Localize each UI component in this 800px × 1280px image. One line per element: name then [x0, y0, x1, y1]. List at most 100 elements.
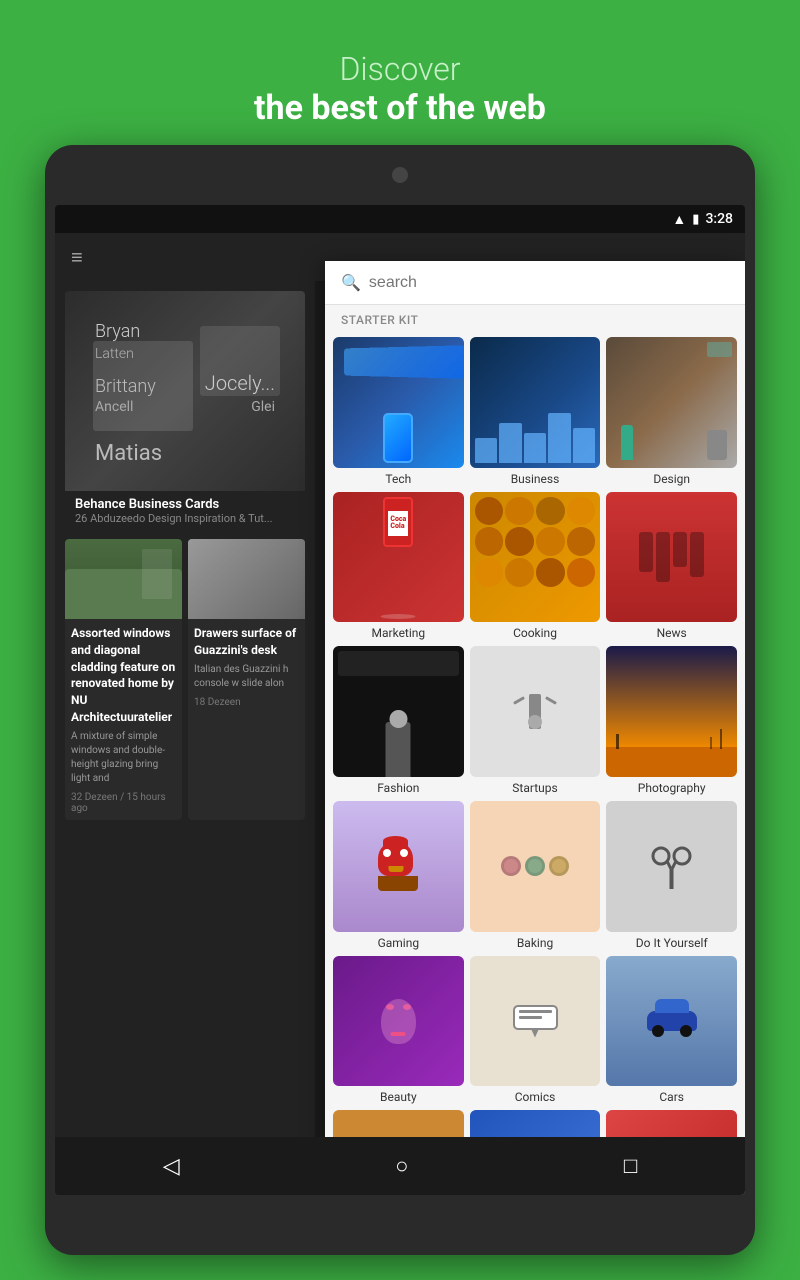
article-cards: Assorted windows and diagonal cladding f…: [65, 539, 305, 820]
diy-label: Do It Yourself: [636, 936, 708, 950]
behance-card[interactable]: Bryan Latten Brittany Ancell Jocely... G…: [65, 291, 305, 531]
car-shape: [647, 1011, 697, 1031]
marketing-image: CocaCola: [333, 492, 464, 623]
category-beauty[interactable]: Beauty: [333, 956, 464, 1105]
article-title-1: Assorted windows and diagonal cladding f…: [71, 625, 176, 726]
cola-can: CocaCola: [383, 497, 413, 547]
article-desc-1: A mixture of simple windows and double-h…: [71, 730, 176, 786]
photo-sky: [606, 646, 737, 747]
business-label: Business: [511, 472, 560, 486]
comics-bg: [470, 956, 601, 1087]
startups-image: [470, 646, 601, 777]
search-icon: 🔍: [341, 281, 361, 292]
baking-bg: [470, 801, 601, 932]
gaming-image: [333, 801, 464, 932]
back-button[interactable]: ◁: [163, 1154, 180, 1179]
business-bars: [475, 413, 596, 463]
app-left-panel: Bryan Latten Brittany Ancell Jocely... G…: [55, 281, 315, 1195]
categories-grid: Tech: [325, 333, 745, 1195]
header-line2: the best of the web: [0, 88, 800, 128]
category-row-3: Fashion: [333, 646, 737, 795]
comics-label: Comics: [515, 1090, 556, 1104]
diy-bg: [606, 801, 737, 932]
category-startups[interactable]: Startups: [470, 646, 601, 795]
category-news[interactable]: News: [606, 492, 737, 641]
category-diy[interactable]: Do It Yourself: [606, 801, 737, 950]
tech-phone-icon: [383, 413, 413, 463]
category-business[interactable]: Business: [470, 337, 601, 486]
food-dots: [475, 497, 596, 618]
diy-image: [606, 801, 737, 932]
startups-person-bg: [470, 646, 601, 777]
category-tech[interactable]: Tech: [333, 337, 464, 486]
design-image: [606, 337, 737, 468]
news-image: [606, 492, 737, 623]
startups-label: Startups: [512, 781, 557, 795]
baking-image: [470, 801, 601, 932]
battery-icon: ▮: [692, 212, 699, 227]
article-meta-2: 18 Dezeen: [194, 697, 299, 708]
category-marketing[interactable]: CocaCola Marketing: [333, 492, 464, 641]
category-comics[interactable]: Comics: [470, 956, 601, 1105]
article-card-2[interactable]: Drawers surface of Guazzini's desk Itali…: [188, 539, 305, 820]
beauty-label: Beauty: [380, 1090, 417, 1104]
article-image-1: [65, 539, 182, 619]
category-design[interactable]: Design: [606, 337, 737, 486]
fashion-image: [333, 646, 464, 777]
article-image-2: [188, 539, 305, 619]
photography-label: Photography: [638, 781, 706, 795]
search-input[interactable]: [369, 281, 729, 292]
marketing-label: Marketing: [372, 626, 426, 640]
beauty-bg: [333, 956, 464, 1087]
category-cars[interactable]: Cars: [606, 956, 737, 1105]
tablet-frame: ▲ ▮ 3:28 ≡ Bryan Latten Br: [45, 145, 755, 1255]
search-bar[interactable]: 🔍: [325, 281, 745, 305]
starter-kit-label: STARTER KIT: [325, 305, 745, 333]
news-people: [606, 492, 737, 623]
category-baking[interactable]: Baking: [470, 801, 601, 950]
recent-button[interactable]: □: [624, 1153, 637, 1179]
photography-image: [606, 646, 737, 777]
comics-image: [470, 956, 601, 1087]
home-button[interactable]: ○: [395, 1153, 408, 1179]
category-fashion[interactable]: Fashion: [333, 646, 464, 795]
article-title-2: Drawers surface of Guazzini's desk: [194, 625, 299, 659]
category-panel: 🔍 STARTER KIT: [325, 281, 745, 1195]
category-cooking[interactable]: Cooking: [470, 492, 601, 641]
behance-card-footer: Behance Business Cards 26 Abduzeedo Desi…: [65, 491, 305, 531]
wifi-icon: ▲: [672, 211, 686, 228]
nav-bar: ◁ ○ □: [55, 1137, 745, 1195]
cars-image: [606, 956, 737, 1087]
menu-icon[interactable]: ≡: [71, 245, 83, 270]
news-label: News: [657, 626, 687, 640]
tablet-screen: ▲ ▮ 3:28 ≡ Bryan Latten Br: [55, 205, 745, 1195]
gaming-bg: [333, 801, 464, 932]
scissors-icon: [649, 841, 694, 891]
behance-card-title: Behance Business Cards: [75, 497, 295, 512]
category-row-4: Gaming: [333, 801, 737, 950]
category-row-2: CocaCola Marketing: [333, 492, 737, 641]
design-label: Design: [653, 472, 690, 486]
status-bar: ▲ ▮ 3:28: [55, 205, 745, 233]
behance-card-image: Bryan Latten Brittany Ancell Jocely... G…: [65, 291, 305, 491]
article-card-1[interactable]: Assorted windows and diagonal cladding f…: [65, 539, 182, 820]
design-bottle: [621, 425, 633, 460]
business-image: [470, 337, 601, 468]
category-gaming[interactable]: Gaming: [333, 801, 464, 950]
cooking-image: [470, 492, 601, 623]
photo-sunset: [606, 747, 737, 777]
gaming-label: Gaming: [378, 936, 420, 950]
app-content: Bryan Latten Brittany Ancell Jocely... G…: [55, 281, 745, 1195]
baking-label: Baking: [517, 936, 553, 950]
cooking-label: Cooking: [513, 626, 557, 640]
article-desc-2: Italian des Guazzini h console w slide a…: [194, 663, 299, 691]
beauty-image: [333, 956, 464, 1087]
clock: 3:28: [705, 211, 733, 227]
tech-label: Tech: [385, 472, 411, 486]
article-meta-1: 32 Dezeen / 15 hours ago: [71, 792, 176, 814]
camera: [392, 167, 408, 183]
header: Discover the best of the web: [0, 0, 800, 148]
behance-card-sub: 26 Abduzeedo Design Inspiration & Tut...: [75, 512, 295, 525]
cars-bg: [606, 956, 737, 1087]
category-photography[interactable]: Photography: [606, 646, 737, 795]
